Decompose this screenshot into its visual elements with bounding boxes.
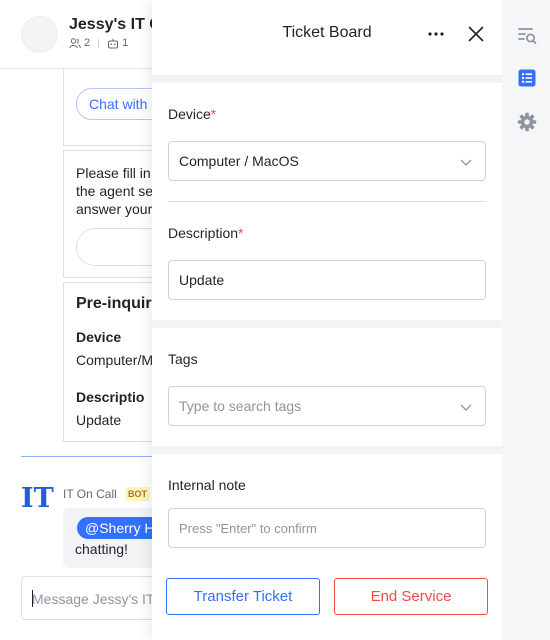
members-icon <box>69 37 81 48</box>
bot-count: 1 <box>122 37 129 49</box>
internal-note-label: Internal note <box>168 477 246 493</box>
device-label: Device* <box>168 106 217 122</box>
bot-name: IT On Call <box>63 487 117 501</box>
preinquiry-description-label: Descriptio <box>76 389 145 405</box>
chat-meta: 2 1 <box>69 37 128 49</box>
chevron-down-icon <box>460 404 472 411</box>
chat-header: Jessy's IT C 2 1 <box>0 0 152 69</box>
device-select[interactable]: Computer / MacOS <box>168 141 486 181</box>
drawer-title: Ticket Board <box>282 24 372 41</box>
message-input-placeholder: Message Jessy's IT <box>32 590 152 607</box>
section-divider <box>152 75 502 83</box>
preinquiry-description-value: Update <box>76 412 122 428</box>
avatar[interactable] <box>21 16 58 53</box>
preinquiry-title: Pre-inquir <box>76 295 152 312</box>
gear-icon[interactable] <box>516 111 538 133</box>
card-input[interactable] <box>76 228 152 266</box>
bot-icon <box>108 38 119 48</box>
right-rail <box>502 0 550 640</box>
bot-message: @Sherry H chatting! <box>63 508 152 568</box>
tags-select[interactable]: Type to search tags <box>168 386 486 426</box>
mention-chip[interactable]: @Sherry H <box>77 517 152 539</box>
required-marker: * <box>210 106 217 122</box>
message-input[interactable]: Message Jessy's IT <box>21 576 152 620</box>
description-input[interactable]: Update <box>168 260 486 300</box>
more-icon <box>428 32 444 36</box>
description-label: Description* <box>168 225 244 241</box>
bot-badge: BOT <box>125 487 150 501</box>
search-list-icon[interactable] <box>516 24 538 46</box>
tags-placeholder: Type to search tags <box>179 398 302 414</box>
chat-with-button[interactable]: Chat with <box>76 88 152 120</box>
section-divider <box>152 446 502 454</box>
end-service-button[interactable]: End Service <box>334 578 488 615</box>
preinquiry-card: Pre-inquir Device Computer/M Descriptio … <box>63 282 152 442</box>
more-button[interactable] <box>424 22 448 46</box>
chevron-down-icon <box>460 159 472 166</box>
section-divider <box>152 320 502 328</box>
member-count: 2 <box>84 37 91 49</box>
device-select-value: Computer / MacOS <box>179 153 299 169</box>
divider <box>21 456 152 457</box>
preinquiry-device-label: Device <box>76 329 122 345</box>
message-card: Please fill in the agent se answer your <box>63 150 152 278</box>
message-card: Chat with <box>63 58 152 146</box>
bot-message-text: chatting! <box>75 541 128 557</box>
prompt-text: Please fill in the agent se answer your <box>76 165 152 217</box>
close-button[interactable] <box>464 22 488 46</box>
ticket-board-drawer: Ticket Board Device* Computer / MacOS De… <box>152 0 502 640</box>
internal-note-placeholder: Press "Enter" to confirm <box>179 520 317 536</box>
bot-logo: IT <box>21 483 54 514</box>
chat-title[interactable]: Jessy's IT C <box>69 16 152 34</box>
preinquiry-device-value: Computer/M <box>76 352 152 368</box>
tags-label: Tags <box>168 351 198 367</box>
required-marker: * <box>238 225 244 241</box>
meta-separator <box>98 38 100 48</box>
internal-note-input[interactable]: Press "Enter" to confirm <box>168 508 486 548</box>
close-icon <box>468 26 484 42</box>
description-input-value: Update <box>179 272 225 288</box>
chat-panel: Chat with Please fill in the agent se an… <box>0 0 152 640</box>
transfer-ticket-button[interactable]: Transfer Ticket <box>166 578 320 615</box>
divider <box>168 201 486 202</box>
ticket-list-icon[interactable] <box>516 67 538 89</box>
